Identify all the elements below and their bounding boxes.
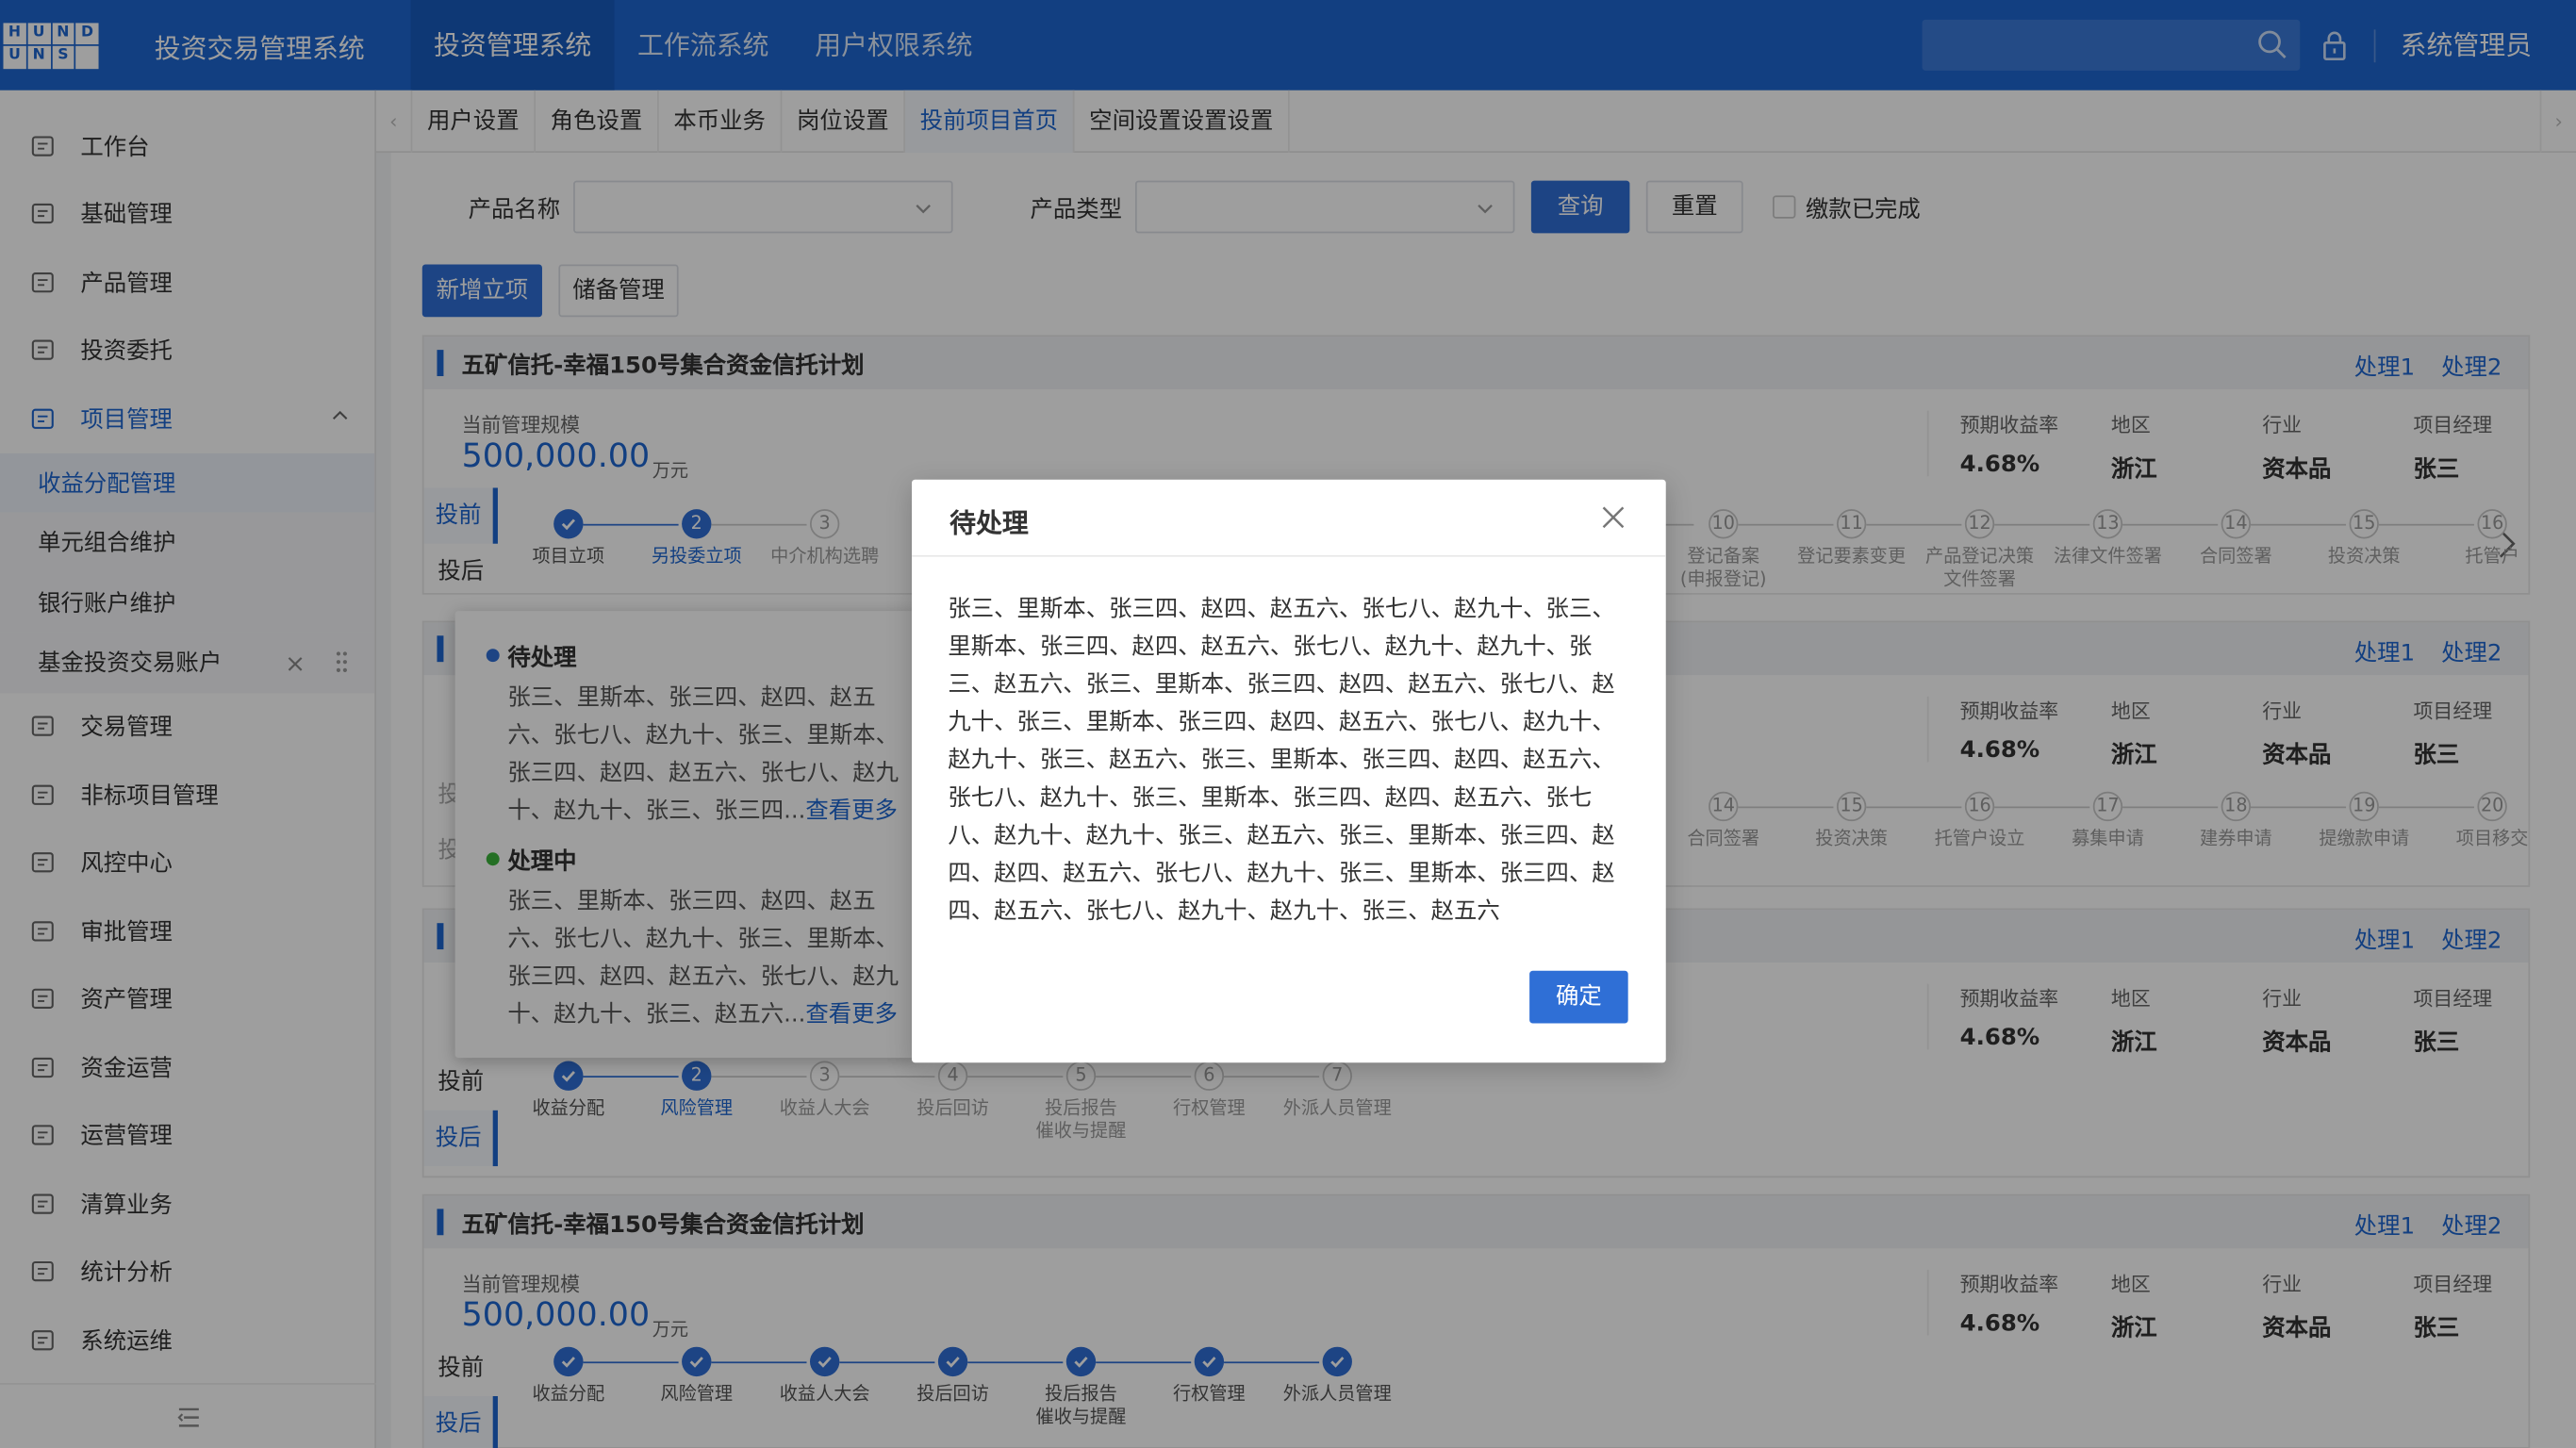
modal-header: 待处理 — [912, 480, 1666, 557]
modal-body: 张三、里斯本、张三四、赵四、赵五六、张七八、赵九十、张三、里斯本、张三四、赵四、… — [948, 596, 1615, 925]
modal-title: 待处理 — [949, 507, 1029, 539]
pending-modal: 待处理 张三、里斯本、张三四、赵四、赵五六、张七八、赵九十、张三、里斯本、张三四… — [912, 479, 1666, 1063]
app-root: HUNDUNS 投资交易管理系统 投资管理系统 工作流系统 用户权限系统 系统管… — [0, 0, 2576, 1448]
confirm-button[interactable]: 确定 — [1529, 970, 1628, 1024]
close-icon[interactable] — [1600, 504, 1627, 531]
